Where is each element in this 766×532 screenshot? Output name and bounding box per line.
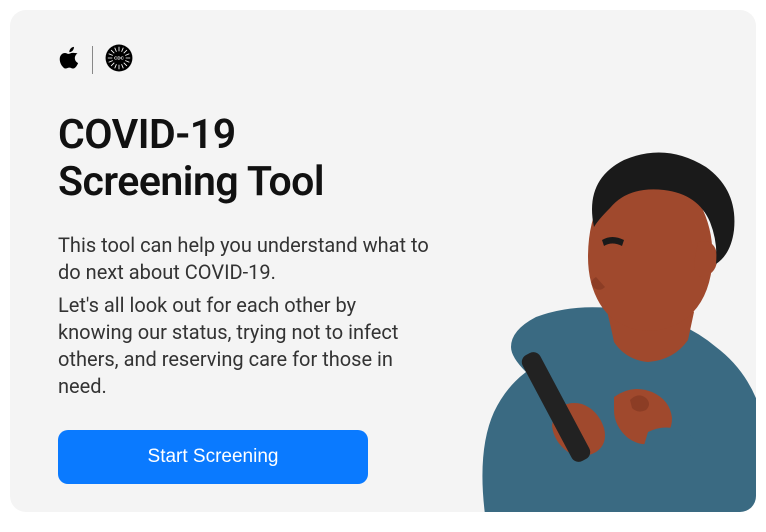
title-line-1: COVID-19 xyxy=(58,111,236,159)
start-screening-button[interactable]: Start Screening xyxy=(58,430,368,484)
screening-card: CDC COVID-19 Screening Tool This tool ca… xyxy=(10,10,756,512)
description-paragraph-1: This tool can help you understand what t… xyxy=(58,232,432,286)
logo-divider xyxy=(92,46,93,74)
svg-text:CDC: CDC xyxy=(114,56,124,61)
content-area: CDC COVID-19 Screening Tool This tool ca… xyxy=(10,10,480,512)
logo-row: CDC xyxy=(58,44,432,76)
page-title: COVID-19 Screening Tool xyxy=(58,112,432,206)
apple-logo-icon xyxy=(58,45,80,75)
title-line-2: Screening Tool xyxy=(58,158,324,206)
cdc-logo-icon: CDC xyxy=(105,44,133,76)
description-paragraph-2: Let's all look out for each other by kno… xyxy=(58,292,432,400)
